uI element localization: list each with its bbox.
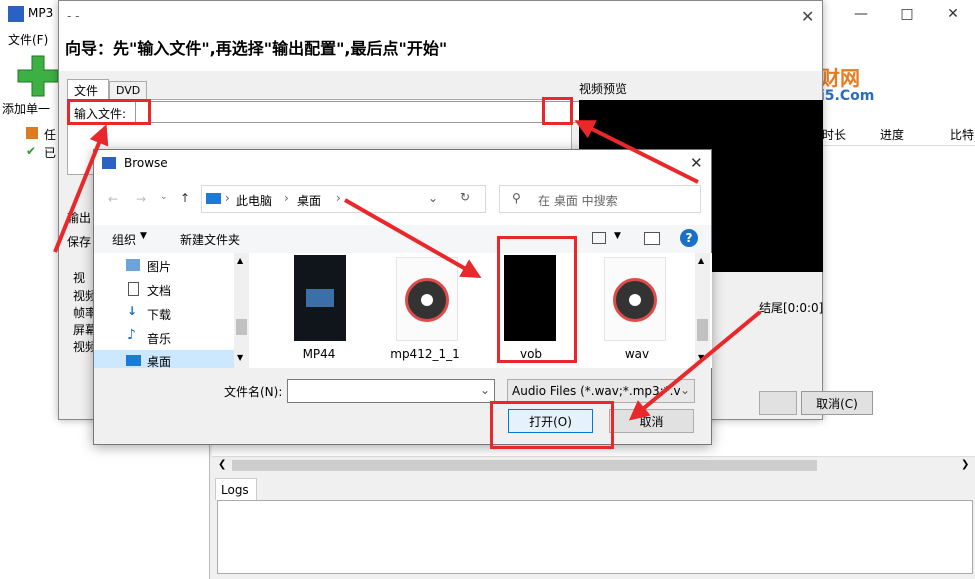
- arrow-to-open: [628, 310, 762, 421]
- arrow-to-input: [53, 124, 109, 253]
- annotation-arrows: [53, 120, 762, 421]
- arrow-to-vob: [344, 198, 482, 278]
- arrow-to-browse: [574, 120, 699, 184]
